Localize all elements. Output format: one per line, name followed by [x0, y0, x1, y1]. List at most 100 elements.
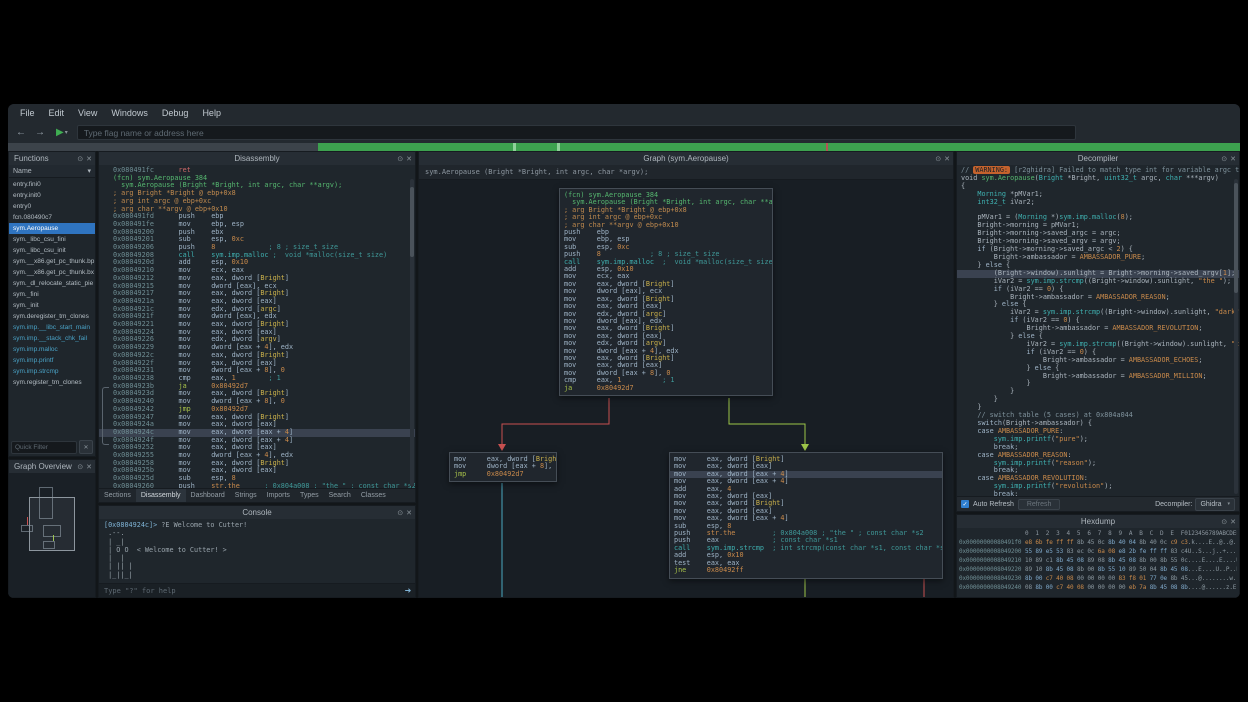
function-list-item[interactable]: sym.__x86.get_pc_thunk.bp	[9, 256, 95, 267]
view-tab[interactable]: Disassembly	[136, 489, 186, 502]
check-icon: ✓	[962, 501, 967, 508]
debug-start-button[interactable]: ▶ ▾	[56, 126, 68, 140]
address-nav-strip[interactable]	[8, 143, 1240, 151]
view-tab[interactable]: Strings	[230, 489, 262, 502]
back-icon[interactable]: ←	[14, 126, 28, 140]
float-icon[interactable]: ⊙	[77, 463, 83, 471]
graph-node-false[interactable]: mov eax, dword [Bright]mov dword [eax + …	[449, 452, 557, 482]
graph-panel-header: Graph (sym.Aeropause) ⊙ ✕	[419, 152, 953, 165]
graph-node-true[interactable]: mov eax, dword [Bright]mov eax, dword [e…	[669, 452, 943, 579]
decompiler-select[interactable]: Ghidra ▾	[1195, 498, 1235, 511]
clear-filter-icon[interactable]: ✕	[79, 440, 93, 454]
float-icon[interactable]: ⊙	[1221, 155, 1227, 163]
menu-item[interactable]: Help	[196, 105, 227, 122]
float-icon[interactable]: ⊙	[935, 155, 941, 163]
function-list-item[interactable]: sym.imp.malloc	[9, 344, 95, 355]
scrollbar[interactable]	[410, 179, 414, 486]
auto-refresh-checkbox[interactable]: ✓	[961, 500, 969, 508]
hexdump-row[interactable]: 0x000000000804922089 10 8b 45 08 8b 00 8…	[959, 565, 1237, 574]
function-list-item[interactable]: fcn.080490c7	[9, 212, 95, 223]
function-list-item[interactable]: sym._libc_csu_fini	[9, 234, 95, 245]
function-list-item[interactable]: sym.Aeropause	[9, 223, 95, 234]
function-list-item[interactable]: sym._init	[9, 300, 95, 311]
view-tab[interactable]: Imports	[262, 489, 295, 502]
code-line[interactable]: 0x08049260 push str.the ; 0x804a008 ; "t…	[99, 483, 415, 488]
function-list-item[interactable]: sym.imp.strcmp	[9, 366, 95, 377]
function-list-item[interactable]: entry0	[9, 201, 95, 212]
cutter-window: FileEditViewWindowsDebugHelp ← → ▶ ▾ Fun…	[8, 104, 1240, 598]
close-icon[interactable]: ✕	[1230, 155, 1236, 163]
function-list-item[interactable]: sym._fini	[9, 289, 95, 300]
hexdump-row[interactable]: 0x00000000080492308b 00 c7 40 08 00 00 0…	[959, 574, 1237, 583]
minimap-viewport[interactable]	[29, 497, 75, 551]
function-list-item[interactable]: sym.__x86.get_pc_thunk.bx	[9, 267, 95, 278]
close-icon[interactable]: ✕	[406, 155, 412, 163]
view-tab[interactable]: Classes	[356, 489, 391, 502]
view-tab[interactable]: Sections	[99, 489, 136, 502]
code-line[interactable]: int32_t iVar2;	[957, 199, 1239, 207]
code-line[interactable]: jne 0x80492ff	[670, 567, 942, 574]
function-list-item[interactable]: sym._libc_csu_init	[9, 245, 95, 256]
scrollbar[interactable]	[1234, 179, 1238, 494]
hexdump-row[interactable]: 0x000000000804924008 8b 00 c7 40 08 00 0…	[959, 583, 1237, 592]
refresh-button[interactable]: Refresh	[1018, 499, 1061, 510]
hexdump-row[interactable]: 0x00000000080491f0e8 6b fe ff ff 8b 45 0…	[959, 538, 1237, 547]
view-tab[interactable]: Search	[324, 489, 356, 502]
code-line: |_||_|	[99, 571, 415, 579]
seek-input[interactable]	[77, 125, 1076, 140]
quick-filter-input[interactable]	[11, 441, 77, 454]
function-list-item[interactable]: sym.imp.printf	[9, 355, 95, 366]
function-list-item[interactable]: sym.imp.__libc_start_main	[9, 322, 95, 333]
view-tab[interactable]: Dashboard	[186, 489, 230, 502]
functions-panel: Functions ⊙ ✕ Name ▾ entry.fini0entry.in…	[8, 151, 96, 457]
menu-item[interactable]: Debug	[156, 105, 195, 122]
console-input[interactable]	[99, 587, 401, 595]
close-icon[interactable]: ✕	[86, 155, 92, 163]
nav-tick	[513, 143, 516, 151]
code-line[interactable]: }	[957, 388, 1239, 396]
hexdump-column-header: 0 1 2 3 4 5 6 7 8 9 A B C D E F 01234567…	[959, 529, 1237, 538]
dock-area: Functions ⊙ ✕ Name ▾ entry.fini0entry.in…	[8, 151, 1240, 598]
graph-overview-panel: Graph Overview ⊙ ✕	[8, 459, 96, 598]
float-icon[interactable]: ⊙	[397, 155, 403, 163]
float-icon[interactable]: ⊙	[77, 155, 83, 163]
auto-refresh-label: Auto Refresh	[973, 501, 1014, 508]
function-list-item[interactable]: sym.deregister_tm_clones	[9, 311, 95, 322]
code-line[interactable]: break;	[957, 491, 1239, 496]
functions-sort-header[interactable]: Name ▾	[9, 165, 95, 178]
menu-item[interactable]: View	[72, 105, 103, 122]
graph-minimap[interactable]	[9, 473, 95, 597]
close-icon[interactable]: ✕	[944, 155, 950, 163]
send-icon[interactable]: ➜	[401, 585, 415, 596]
menu-item[interactable]: File	[14, 105, 41, 122]
hexdump-row[interactable]: 0x000000000804920055 89 e5 53 83 ec 0c 6…	[959, 547, 1237, 556]
code-line: | _|	[99, 538, 415, 546]
menu-item[interactable]: Edit	[43, 105, 71, 122]
function-list-item[interactable]: entry.fini0	[9, 179, 95, 190]
edge-true-branch	[729, 398, 805, 448]
disassembly-listing: 0x080491fc ret(fcn) sym.Aeropause 384 sy…	[99, 165, 415, 488]
view-tab[interactable]: Types	[295, 489, 324, 502]
hexdump-row[interactable]: 0x000000000804921010 89 c1 8b 45 08 89 0…	[959, 556, 1237, 565]
edge-arrowhead	[801, 444, 809, 451]
close-icon[interactable]: ✕	[86, 463, 92, 471]
functions-list: entry.fini0entry.init0entry0fcn.080490c7…	[9, 178, 95, 438]
function-list-item[interactable]: sym.register_tm_clones	[9, 377, 95, 388]
close-icon[interactable]: ✕	[1230, 518, 1236, 526]
graph-node-entry[interactable]: (fcn) sym.Aeropause 384 sym.Aeropause (B…	[559, 188, 773, 396]
quick-filter-row: ✕	[9, 438, 95, 456]
function-list-item[interactable]: sym._dl_relocate_static_pie	[9, 278, 95, 289]
code-line[interactable]: }	[957, 396, 1239, 404]
code-line[interactable]: jmp 0x80492d7	[450, 471, 556, 478]
code-line[interactable]: void sym.Aeropause(Bright *Bright, uint3…	[957, 175, 1239, 183]
float-icon[interactable]: ⊙	[397, 509, 403, 517]
float-icon[interactable]: ⊙	[1221, 518, 1227, 526]
graph-canvas[interactable]: (fcn) sym.Aeropause 384 sym.Aeropause (B…	[419, 180, 953, 597]
function-list-item[interactable]: sym.imp.__stack_chk_fail	[9, 333, 95, 344]
close-icon[interactable]: ✕	[406, 509, 412, 517]
graph-overview-header: Graph Overview ⊙ ✕	[9, 460, 95, 473]
function-list-item[interactable]: entry.init0	[9, 190, 95, 201]
menu-item[interactable]: Windows	[105, 105, 154, 122]
code-line[interactable]: ja 0x80492d7	[560, 385, 772, 392]
forward-icon[interactable]: →	[33, 126, 47, 140]
